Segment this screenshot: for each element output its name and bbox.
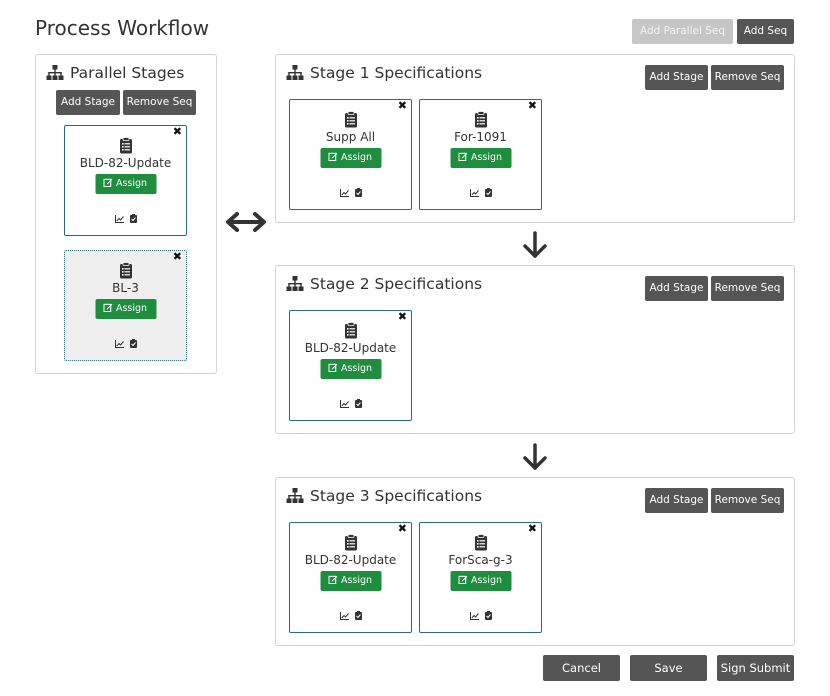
- stage-card[interactable]: ✖ ForSca-g-3 Assign: [419, 522, 542, 633]
- assign-label: Assign: [115, 303, 148, 314]
- sign-submit-button[interactable]: Sign Submit: [717, 655, 794, 681]
- stage-1-panel: Stage 1 Specifications Add Stage Remove …: [275, 54, 795, 223]
- clipboard-check-icon[interactable]: [354, 605, 362, 624]
- assign-button[interactable]: Assign: [95, 174, 156, 194]
- stage-card-name: For-1091: [454, 130, 507, 144]
- stage-card-name: BLD-82-Update: [304, 341, 397, 355]
- clipboard-check-icon[interactable]: [484, 605, 492, 624]
- close-icon[interactable]: ✖: [173, 126, 182, 138]
- add-seq-button[interactable]: Add Seq: [737, 19, 794, 44]
- clipboard-icon: [474, 534, 488, 555]
- line-chart-icon[interactable]: [339, 393, 349, 412]
- arrow-down-icon: [523, 231, 547, 258]
- close-icon[interactable]: ✖: [398, 523, 407, 535]
- stage-card-name: BL-3: [112, 281, 139, 295]
- close-icon[interactable]: ✖: [398, 311, 407, 323]
- line-chart-icon[interactable]: [339, 605, 349, 624]
- stage-card[interactable]: ✖ BLD-82-Update Assign: [289, 522, 412, 633]
- close-icon[interactable]: ✖: [173, 251, 182, 263]
- edit-icon: [458, 152, 468, 162]
- clipboard-check-icon[interactable]: [129, 333, 137, 352]
- clipboard-icon: [344, 322, 358, 343]
- cancel-button[interactable]: Cancel: [543, 655, 620, 681]
- line-chart-icon[interactable]: [114, 333, 124, 352]
- stage-card-name: BLD-82-Update: [304, 553, 397, 567]
- arrow-down-icon: [523, 443, 547, 470]
- parallel-add-stage-button[interactable]: Add Stage: [56, 90, 120, 115]
- save-button[interactable]: Save: [630, 655, 707, 681]
- stage-2-remove-seq-button[interactable]: Remove Seq: [711, 276, 784, 301]
- parallel-stages-label: Parallel Stages: [70, 64, 185, 82]
- stage-1-label: Stage 1 Specifications: [310, 64, 483, 82]
- clipboard-check-icon[interactable]: [129, 208, 137, 227]
- line-chart-icon[interactable]: [469, 605, 479, 624]
- close-icon[interactable]: ✖: [398, 100, 407, 112]
- clipboard-icon: [344, 534, 358, 555]
- stage-2-title: Stage 2 Specifications: [286, 275, 482, 293]
- clipboard-check-icon[interactable]: [484, 182, 492, 201]
- clipboard-icon: [344, 111, 358, 132]
- clipboard-check-icon[interactable]: [354, 182, 362, 201]
- parallel-stages-title: Parallel Stages: [46, 64, 184, 82]
- stage-1-remove-seq-button[interactable]: Remove Seq: [711, 65, 784, 90]
- edit-icon: [328, 152, 338, 162]
- assign-button[interactable]: Assign: [320, 359, 381, 379]
- assign-label: Assign: [115, 178, 148, 189]
- stage-card[interactable]: ✖ BLD-82-Update Assign: [64, 125, 187, 236]
- stage-card[interactable]: ✖ BL-3 Assign: [64, 250, 187, 361]
- edit-icon: [458, 575, 468, 585]
- stage-1-title: Stage 1 Specifications: [286, 64, 482, 82]
- stage-1-add-stage-button[interactable]: Add Stage: [645, 65, 708, 90]
- assign-button[interactable]: Assign: [450, 571, 511, 591]
- page-title: Process Workflow: [35, 16, 210, 40]
- clipboard-icon: [474, 111, 488, 132]
- stage-3-add-stage-button[interactable]: Add Stage: [645, 488, 708, 513]
- stage-card[interactable]: ✖ For-1091 Assign: [419, 99, 542, 210]
- assign-label: Assign: [340, 363, 373, 374]
- sitemap-icon: [286, 65, 304, 81]
- stage-3-remove-seq-button[interactable]: Remove Seq: [711, 488, 784, 513]
- assign-button[interactable]: Assign: [450, 148, 511, 168]
- assign-label: Assign: [470, 575, 503, 586]
- stage-2-label: Stage 2 Specifications: [310, 275, 483, 293]
- edit-icon: [103, 178, 113, 188]
- clipboard-icon: [119, 137, 133, 158]
- sitemap-icon: [286, 276, 304, 292]
- close-icon[interactable]: ✖: [528, 523, 537, 535]
- close-icon[interactable]: ✖: [528, 100, 537, 112]
- parallel-remove-seq-button[interactable]: Remove Seq: [123, 90, 196, 115]
- stage-card-name: Supp All: [325, 130, 376, 144]
- sitemap-icon: [46, 65, 64, 81]
- line-chart-icon[interactable]: [339, 182, 349, 201]
- stage-2-add-stage-button[interactable]: Add Stage: [645, 276, 708, 301]
- edit-icon: [328, 363, 338, 373]
- clipboard-check-icon[interactable]: [354, 393, 362, 412]
- stage-3-panel: Stage 3 Specifications Add Stage Remove …: [275, 477, 795, 646]
- stage-2-panel: Stage 2 Specifications Add Stage Remove …: [275, 265, 795, 434]
- swap-horizontal-icon: [226, 212, 266, 232]
- stage-card[interactable]: ✖ BLD-82-Update Assign: [289, 310, 412, 421]
- edit-icon: [103, 303, 113, 313]
- assign-button[interactable]: Assign: [95, 299, 156, 319]
- stage-card[interactable]: ✖ Supp All Assign: [289, 99, 412, 210]
- assign-button[interactable]: Assign: [320, 148, 381, 168]
- stage-3-label: Stage 3 Specifications: [310, 487, 483, 505]
- assign-label: Assign: [470, 152, 503, 163]
- line-chart-icon[interactable]: [114, 208, 124, 227]
- parallel-stages-panel: Parallel Stages Add Stage Remove Seq ✖ B…: [35, 54, 217, 374]
- stage-3-title: Stage 3 Specifications: [286, 487, 482, 505]
- line-chart-icon[interactable]: [469, 182, 479, 201]
- sitemap-icon: [286, 488, 304, 504]
- assign-label: Assign: [340, 575, 373, 586]
- edit-icon: [328, 575, 338, 585]
- assign-label: Assign: [340, 152, 373, 163]
- add-parallel-seq-button[interactable]: Add Parallel Seq: [632, 19, 733, 44]
- stage-card-name: ForSca-g-3: [448, 553, 513, 567]
- assign-button[interactable]: Assign: [320, 571, 381, 591]
- stage-card-name: BLD-82-Update: [79, 156, 172, 170]
- clipboard-icon: [119, 262, 133, 283]
